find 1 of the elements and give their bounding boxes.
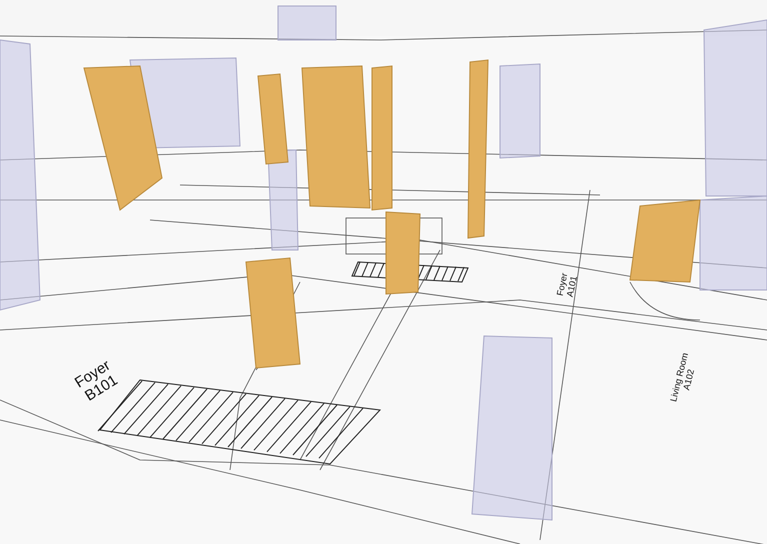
glass-column: [278, 6, 336, 40]
